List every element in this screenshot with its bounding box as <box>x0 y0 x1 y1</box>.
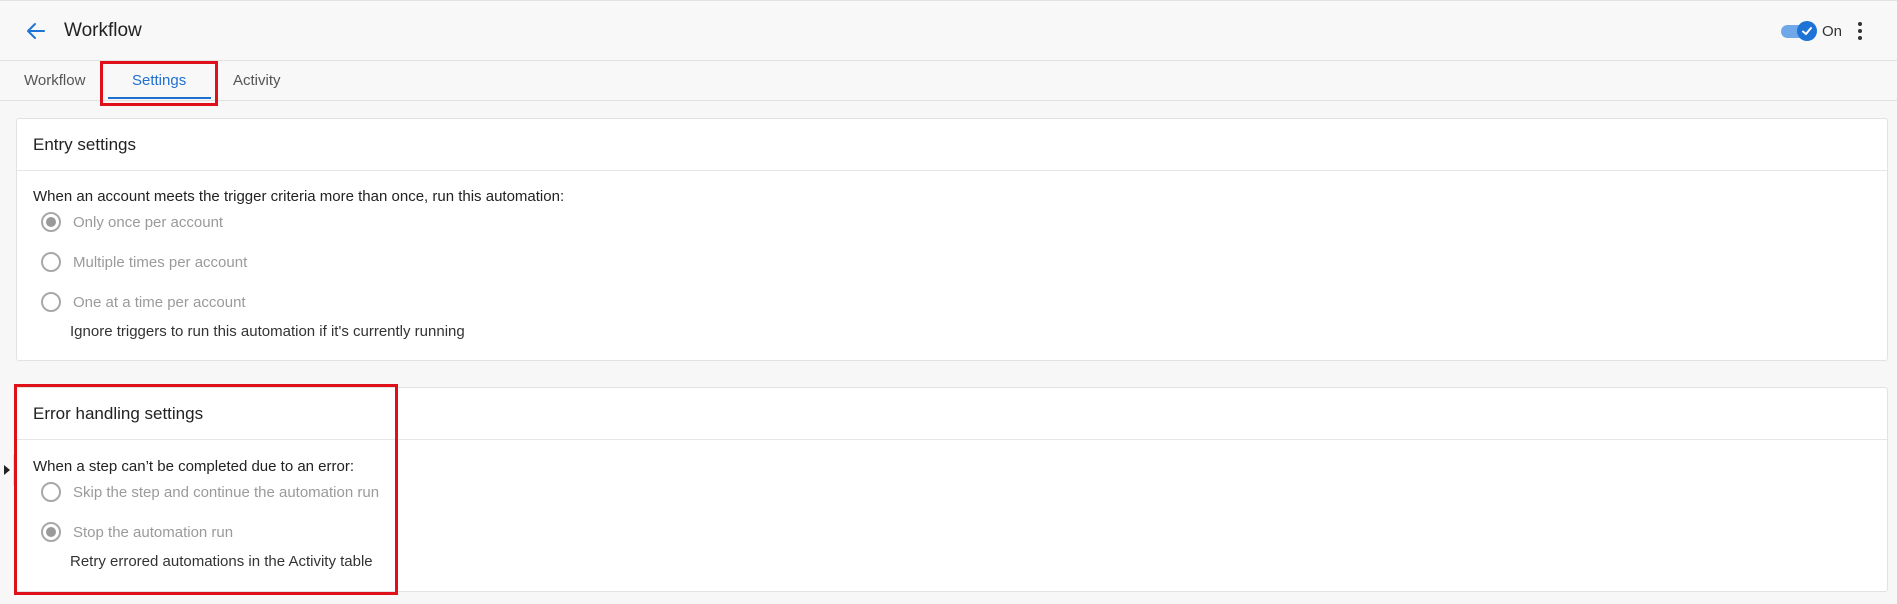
side-panel-toggle[interactable] <box>0 455 14 485</box>
entry-helper-text: Ignore triggers to run this automation i… <box>70 323 465 340</box>
toggle-knob <box>1797 21 1817 41</box>
radio-label: Stop the automation run <box>73 523 234 541</box>
page-header: Workflow On <box>0 0 1897 61</box>
check-icon <box>1802 27 1812 35</box>
radio-button[interactable] <box>41 522 61 542</box>
entry-settings-card: Entry settings When an account meets the… <box>16 118 1888 361</box>
tab-activity[interactable]: Activity <box>233 61 281 101</box>
radio-label: Multiple times per account <box>73 253 248 271</box>
back-button[interactable] <box>24 19 48 43</box>
entry-settings-title: Entry settings <box>17 119 1887 171</box>
radio-multiple-times[interactable]: Multiple times per account <box>41 252 247 272</box>
workflow-toggle[interactable] <box>1781 21 1817 41</box>
radio-button[interactable] <box>41 292 61 312</box>
error-helper-text: Retry errored automations in the Activit… <box>70 553 373 570</box>
more-vertical-icon[interactable] <box>1851 20 1869 42</box>
radio-label: Only once per account <box>73 213 224 231</box>
error-handling-title: Error handling settings <box>17 388 1887 440</box>
radio-skip-step[interactable]: Skip the step and continue the automatio… <box>41 482 379 502</box>
page-title: Workflow <box>64 20 142 41</box>
tab-settings[interactable]: Settings <box>132 61 186 101</box>
radio-only-once[interactable]: Only once per account <box>41 212 223 232</box>
caret-right-icon <box>3 465 10 475</box>
radio-label: Skip the step and continue the automatio… <box>73 483 380 501</box>
error-question: When a step can’t be completed due to an… <box>33 458 355 475</box>
active-tab-indicator <box>108 97 211 99</box>
radio-button[interactable] <box>41 482 61 502</box>
tab-workflow[interactable]: Workflow <box>24 61 85 101</box>
radio-one-at-a-time[interactable]: One at a time per account <box>41 292 246 312</box>
error-handling-card: Error handling settings When a step can’… <box>16 387 1888 592</box>
entry-question: When an account meets the trigger criter… <box>33 188 565 205</box>
toggle-state-label: On <box>1822 23 1843 40</box>
radio-label: One at a time per account <box>73 293 246 311</box>
radio-button[interactable] <box>41 252 61 272</box>
arrow-left-icon <box>27 23 45 39</box>
tab-bar: Workflow Settings Activity <box>0 61 1897 101</box>
radio-stop-run[interactable]: Stop the automation run <box>41 522 233 542</box>
radio-button[interactable] <box>41 212 61 232</box>
